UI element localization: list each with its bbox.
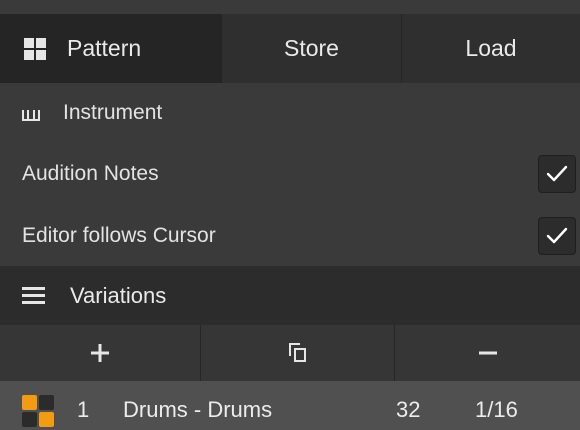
duplicate-icon xyxy=(288,343,306,362)
plus-icon xyxy=(91,344,109,362)
checkmark-icon xyxy=(546,227,568,244)
variation-name: Drums - Drums xyxy=(123,397,273,422)
variation-resolution: 1/16 xyxy=(475,397,518,422)
minus-icon xyxy=(478,351,497,355)
swatch-cell xyxy=(22,412,37,427)
variations-header[interactable]: Variations xyxy=(0,266,580,325)
checkmark-icon xyxy=(546,165,568,182)
swatch-cell xyxy=(39,395,54,410)
tab-load[interactable]: Load xyxy=(402,14,580,83)
add-variation-button[interactable] xyxy=(0,325,201,381)
duplicate-variation-button[interactable] xyxy=(201,325,395,381)
tab-store-label: Store xyxy=(284,35,339,61)
tab-pattern-label: Pattern xyxy=(67,35,142,61)
audition-notes-label: Audition Notes xyxy=(22,162,159,185)
piano-icon xyxy=(22,109,40,121)
audition-notes-checkbox[interactable] xyxy=(538,155,576,193)
editor-follows-cursor-label: Editor follows Cursor xyxy=(22,224,216,247)
instrument-header[interactable]: Instrument xyxy=(0,83,580,143)
editor-follows-cursor-row: Editor follows Cursor xyxy=(0,205,580,267)
variation-color-swatch-icon xyxy=(22,395,56,427)
editor-follows-cursor-checkbox[interactable] xyxy=(538,217,576,255)
menu-icon xyxy=(22,287,45,304)
swatch-cell xyxy=(39,412,54,427)
pattern-panel: Pattern Store Load Instrument Audition N… xyxy=(0,0,580,430)
swatch-cell xyxy=(22,395,37,410)
audition-notes-row: Audition Notes xyxy=(0,143,580,205)
instrument-title: Instrument xyxy=(63,101,163,124)
variation-list-item[interactable]: 1 Drums - Drums 32 1/16 xyxy=(0,381,580,430)
tab-bar: Pattern Store Load xyxy=(0,14,580,83)
variations-title: Variations xyxy=(70,282,167,308)
grid-icon xyxy=(24,37,46,60)
tab-load-label: Load xyxy=(465,35,517,61)
tab-store[interactable]: Store xyxy=(222,14,402,83)
tab-pattern[interactable]: Pattern xyxy=(0,14,222,83)
remove-variation-button[interactable] xyxy=(395,325,580,381)
variations-toolbar xyxy=(0,325,580,381)
instrument-section: Instrument Audition Notes Editor follows… xyxy=(0,83,580,266)
variation-length: 32 xyxy=(396,397,421,422)
variation-number: 1 xyxy=(77,397,90,422)
